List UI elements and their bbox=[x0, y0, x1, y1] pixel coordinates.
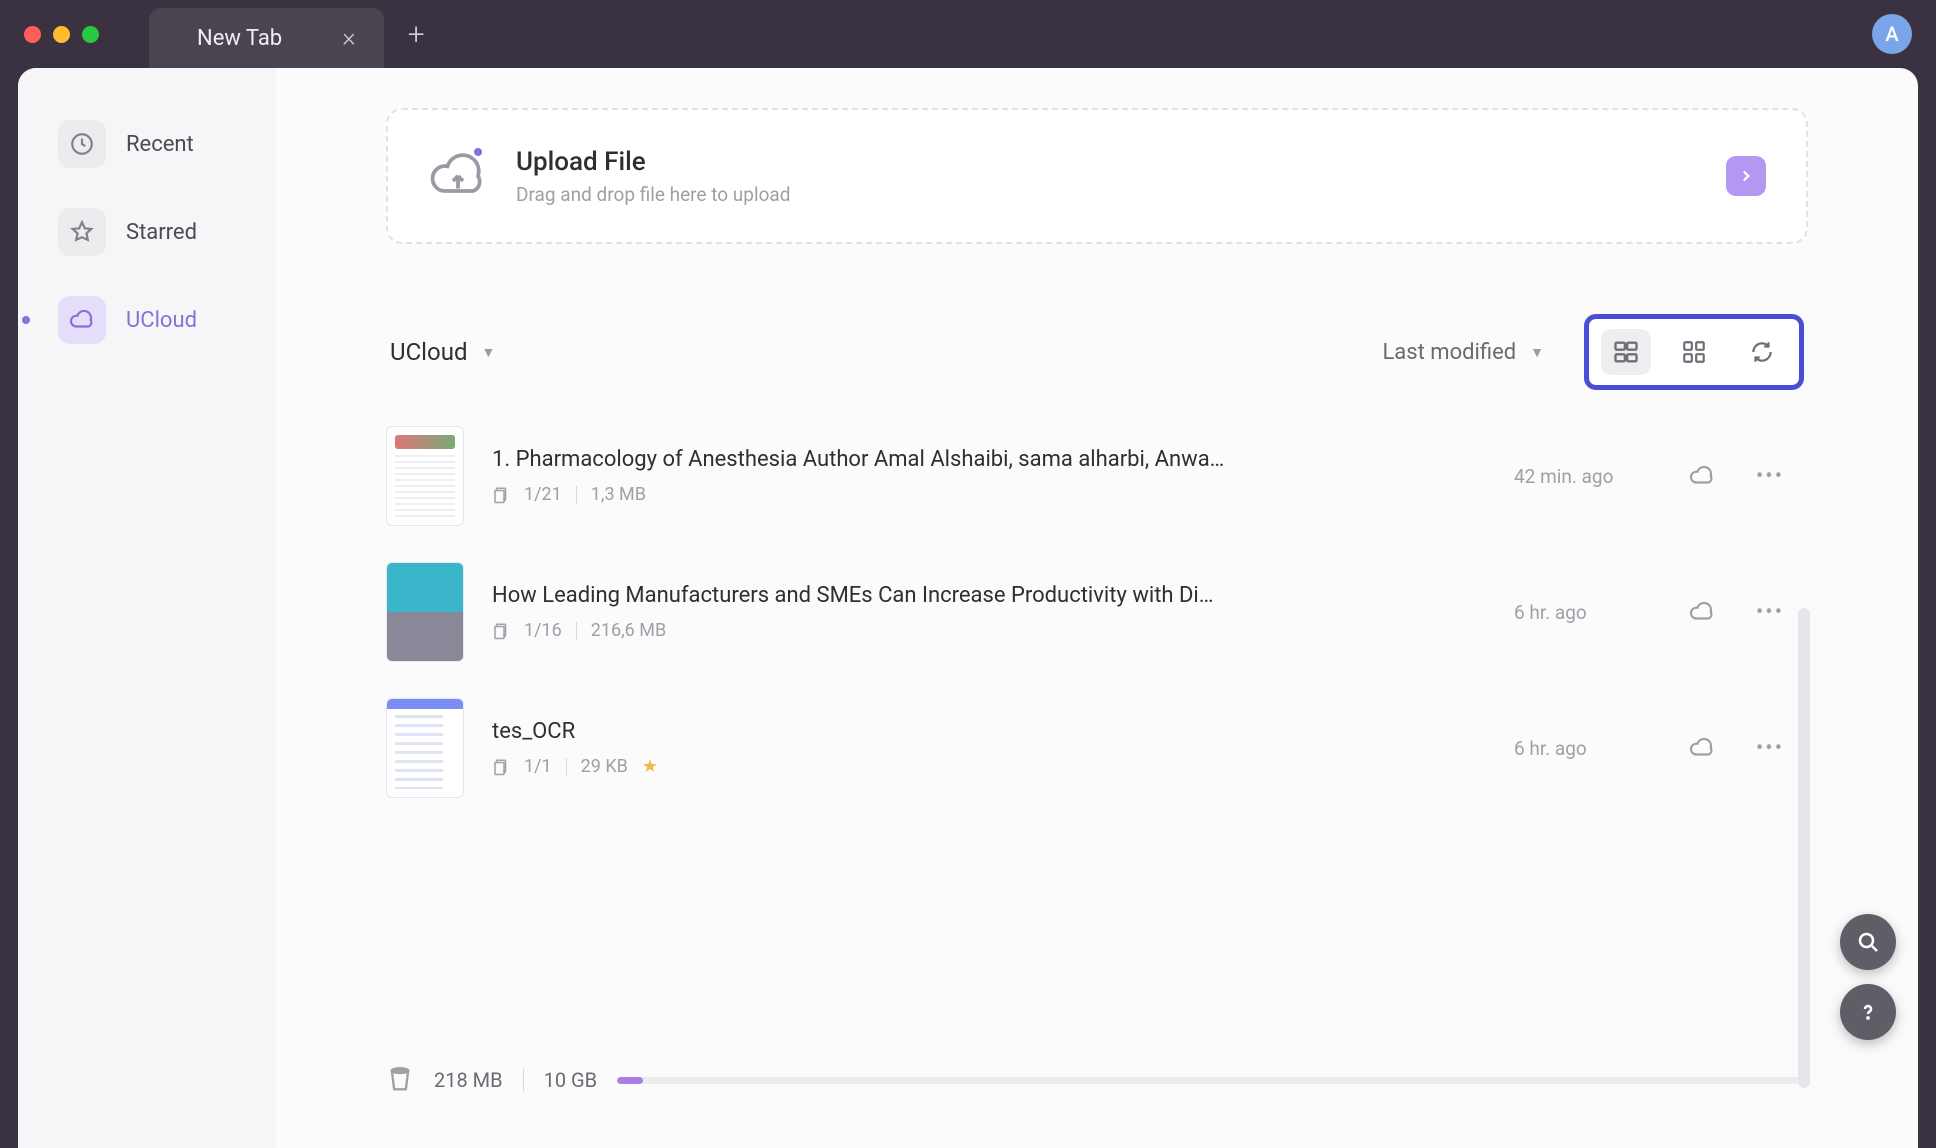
file-thumbnail bbox=[386, 562, 464, 662]
search-fab[interactable] bbox=[1840, 914, 1896, 970]
file-size: 216,6 MB bbox=[591, 620, 666, 641]
sidebar-item-ucloud[interactable]: UCloud bbox=[40, 284, 254, 356]
meta-divider bbox=[576, 486, 577, 504]
cloud-icon bbox=[58, 296, 106, 344]
file-name: tes_OCR bbox=[492, 719, 1312, 744]
location-label: UCloud bbox=[390, 338, 467, 366]
avatar-initial: A bbox=[1885, 22, 1898, 46]
file-info: 1. Pharmacology of Anesthesia Author Ama… bbox=[492, 447, 1486, 505]
browser-tab[interactable]: New Tab × bbox=[149, 8, 384, 68]
file-row[interactable]: 1. Pharmacology of Anesthesia Author Ama… bbox=[386, 426, 1790, 526]
close-tab-icon[interactable]: × bbox=[342, 23, 356, 53]
sidebar-item-label: UCloud bbox=[126, 308, 197, 333]
pages-icon bbox=[492, 486, 510, 504]
file-name: How Leading Manufacturers and SMEs Can I… bbox=[492, 583, 1312, 608]
file-pages: 1/16 bbox=[524, 620, 562, 641]
location-dropdown[interactable]: UCloud ▼ bbox=[390, 338, 495, 366]
file-name: 1. Pharmacology of Anesthesia Author Ama… bbox=[492, 447, 1312, 472]
file-time: 6 hr. ago bbox=[1514, 737, 1654, 760]
view-toggle-group bbox=[1584, 314, 1804, 390]
file-meta: 1/16 216,6 MB bbox=[492, 620, 1486, 641]
sidebar-item-label: Starred bbox=[126, 220, 197, 245]
meta-divider bbox=[576, 622, 577, 640]
upload-cloud-icon bbox=[428, 146, 488, 206]
file-time: 6 hr. ago bbox=[1514, 601, 1654, 624]
file-time: 42 min. ago bbox=[1514, 465, 1654, 488]
sidebar-item-label: Recent bbox=[126, 132, 194, 157]
tab-title: New Tab bbox=[197, 26, 282, 51]
pages-icon bbox=[492, 758, 510, 776]
file-thumbnail bbox=[386, 698, 464, 798]
file-thumbnail bbox=[386, 426, 464, 526]
window-minimize-button[interactable] bbox=[53, 26, 70, 43]
cloud-status-icon[interactable] bbox=[1682, 599, 1722, 625]
new-tab-button[interactable]: + bbox=[408, 17, 425, 52]
file-row[interactable]: tes_OCR 1/1 29 KB ★ 6 hr. ago ••• bbox=[386, 698, 1790, 798]
star-icon bbox=[58, 208, 106, 256]
cloud-status-icon[interactable] bbox=[1682, 463, 1722, 489]
storage-total: 10 GB bbox=[544, 1068, 598, 1092]
sidebar-item-starred[interactable]: Starred bbox=[40, 196, 254, 268]
list-view-button[interactable] bbox=[1601, 329, 1651, 375]
upload-dropzone[interactable]: Upload File Drag and drop file here to u… bbox=[386, 108, 1808, 244]
upload-expand-button[interactable] bbox=[1726, 156, 1766, 196]
upload-title: Upload File bbox=[516, 147, 1698, 177]
file-row[interactable]: How Leading Manufacturers and SMEs Can I… bbox=[386, 562, 1790, 662]
avatar[interactable]: A bbox=[1872, 14, 1912, 54]
sort-label: Last modified bbox=[1382, 340, 1516, 365]
controls-row: UCloud ▼ Last modified ▼ bbox=[386, 314, 1808, 390]
main-window: Recent Starred UCloud Upload File Drag a… bbox=[18, 68, 1918, 1148]
more-options-button[interactable]: ••• bbox=[1750, 736, 1790, 761]
meta-divider bbox=[566, 758, 567, 776]
scrollbar[interactable] bbox=[1798, 608, 1810, 1088]
storage-progress-track bbox=[617, 1077, 1808, 1084]
storage-progress-fill bbox=[617, 1077, 643, 1084]
refresh-button[interactable] bbox=[1737, 329, 1787, 375]
file-info: tes_OCR 1/1 29 KB ★ bbox=[492, 719, 1486, 777]
upload-subtitle: Drag and drop file here to upload bbox=[516, 183, 1698, 206]
cloud-status-icon[interactable] bbox=[1682, 735, 1722, 761]
window-close-button[interactable] bbox=[24, 26, 41, 43]
more-options-button[interactable]: ••• bbox=[1750, 600, 1790, 625]
window-maximize-button[interactable] bbox=[82, 26, 99, 43]
file-meta: 1/1 29 KB ★ bbox=[492, 756, 1486, 777]
storage-divider bbox=[523, 1069, 524, 1091]
storage-icon bbox=[386, 1066, 414, 1094]
sort-dropdown[interactable]: Last modified ▼ bbox=[1382, 340, 1544, 365]
sidebar: Recent Starred UCloud bbox=[18, 68, 276, 1148]
active-indicator-dot bbox=[22, 316, 30, 324]
storage-used: 218 MB bbox=[434, 1068, 503, 1092]
file-size: 29 KB bbox=[581, 756, 628, 777]
clock-icon bbox=[58, 120, 106, 168]
help-fab[interactable] bbox=[1840, 984, 1896, 1040]
content-area: Upload File Drag and drop file here to u… bbox=[276, 68, 1918, 1148]
chevron-down-icon: ▼ bbox=[1530, 344, 1544, 361]
storage-bar: 218 MB 10 GB bbox=[386, 1052, 1808, 1108]
file-size: 1,3 MB bbox=[591, 484, 646, 505]
grid-view-button[interactable] bbox=[1669, 329, 1719, 375]
chevron-down-icon: ▼ bbox=[481, 344, 495, 361]
upload-texts: Upload File Drag and drop file here to u… bbox=[516, 147, 1698, 206]
file-pages: 1/1 bbox=[524, 756, 552, 777]
file-info: How Leading Manufacturers and SMEs Can I… bbox=[492, 583, 1486, 641]
file-list: 1. Pharmacology of Anesthesia Author Ama… bbox=[386, 426, 1808, 798]
file-meta: 1/21 1,3 MB bbox=[492, 484, 1486, 505]
more-options-button[interactable]: ••• bbox=[1750, 464, 1790, 489]
traffic-lights bbox=[24, 26, 99, 43]
pages-icon bbox=[492, 622, 510, 640]
file-pages: 1/21 bbox=[524, 484, 562, 505]
star-icon: ★ bbox=[642, 756, 658, 777]
titlebar: New Tab × + A bbox=[0, 0, 1936, 68]
sidebar-item-recent[interactable]: Recent bbox=[40, 108, 254, 180]
